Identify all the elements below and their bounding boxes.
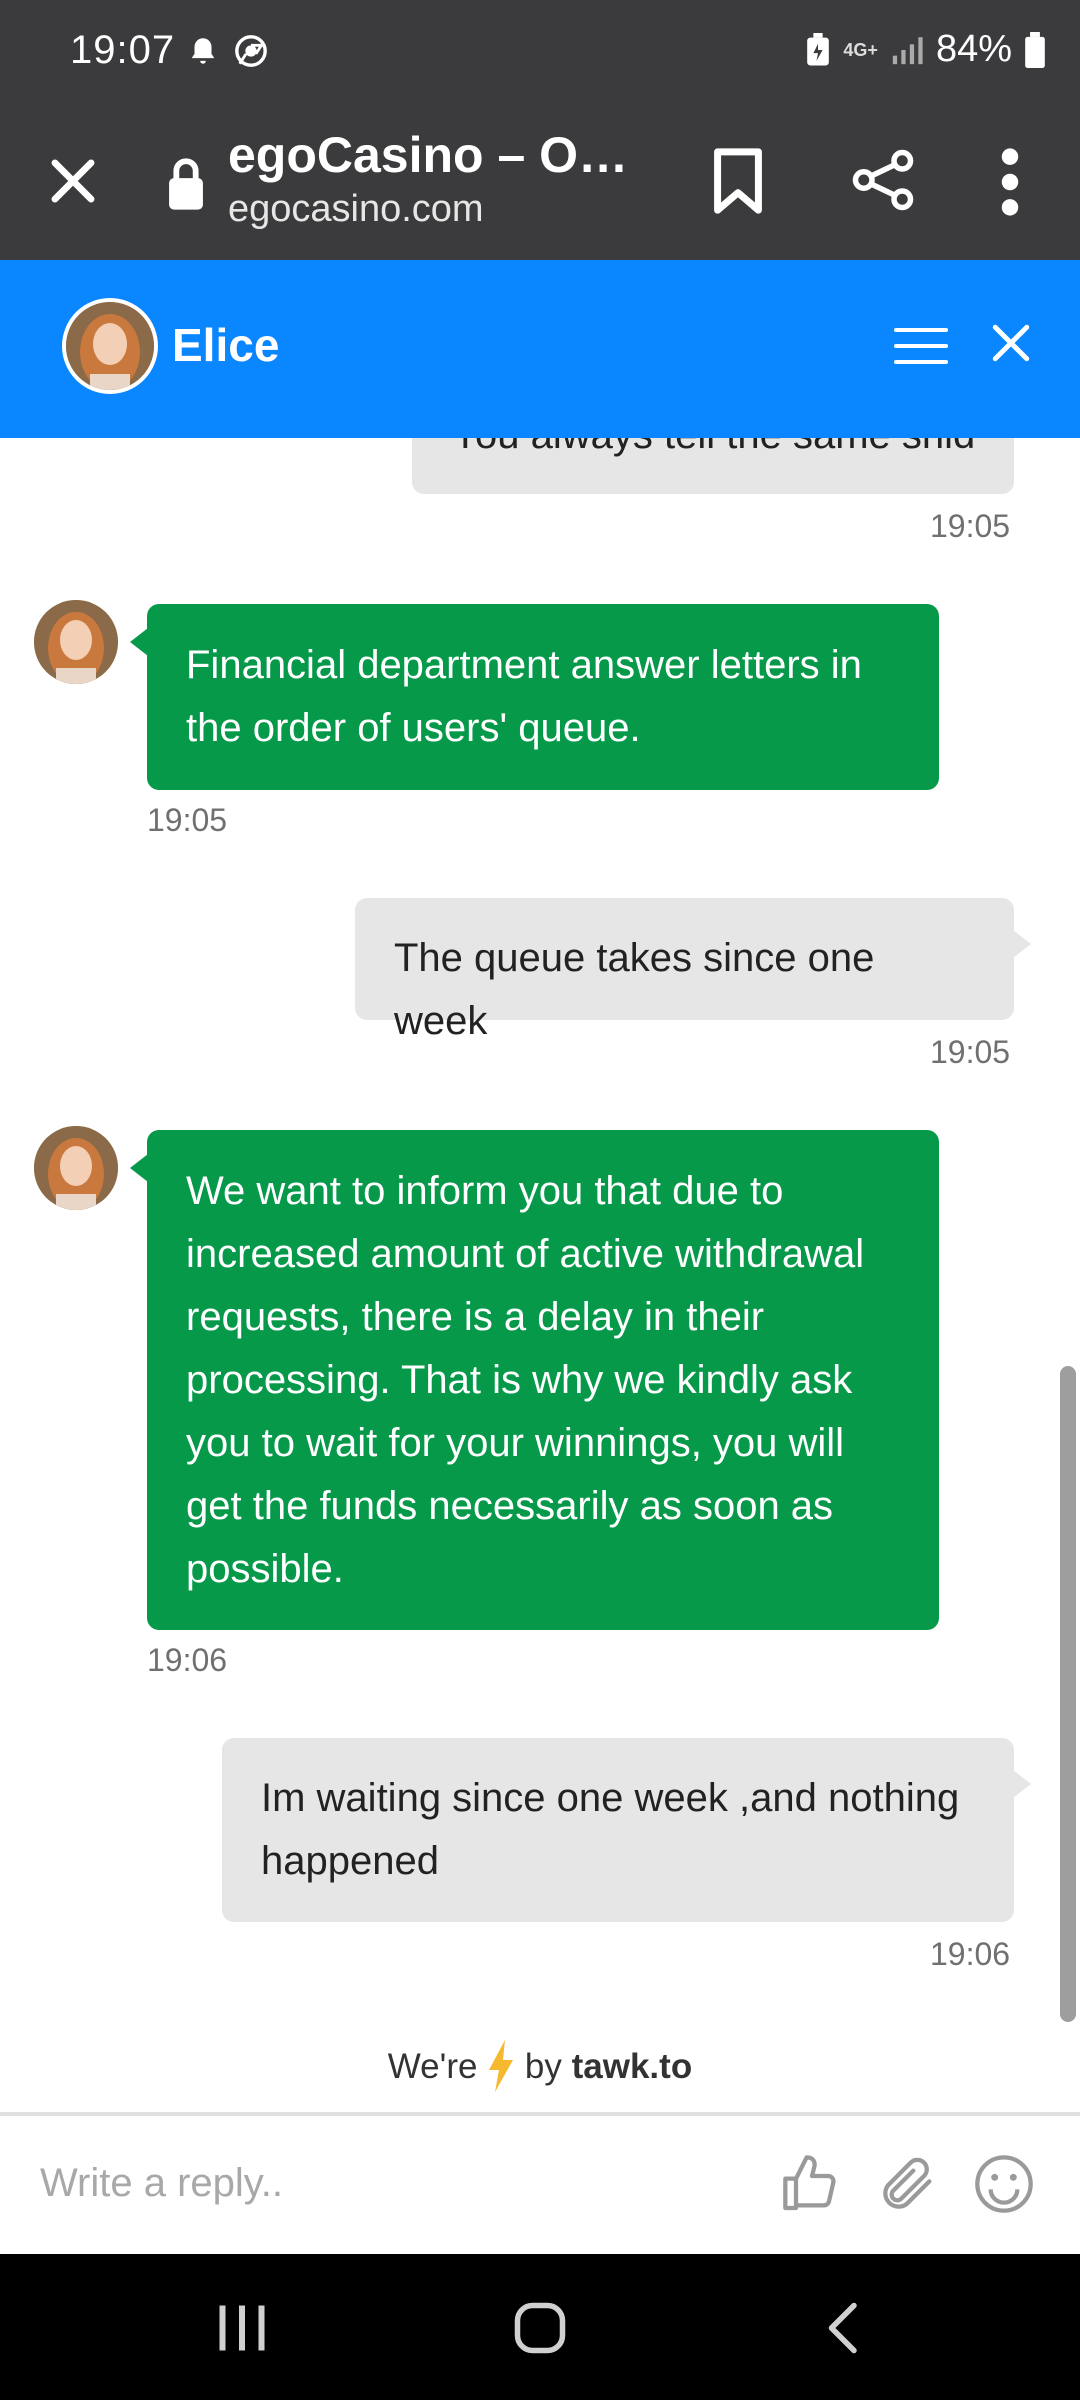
visitor-message: You always tell the same shid [412, 438, 1014, 494]
paperclip-icon[interactable] [876, 2152, 940, 2216]
message-time: 19:05 [147, 802, 228, 838]
network-type: 4G+ [843, 39, 878, 60]
recent-apps-icon[interactable] [212, 2298, 272, 2358]
message-line: Financial department answer letters in [186, 643, 862, 687]
home-icon[interactable] [510, 2298, 570, 2358]
agent-name: Elice [172, 319, 280, 371]
message-time: 19:06 [930, 1936, 1011, 1972]
menu-icon[interactable] [894, 326, 948, 366]
powered-by[interactable]: We're by tawk.to [0, 2040, 1080, 2092]
browser-toolbar: egoCasino – On… egocasino.com [0, 108, 1080, 260]
message-line: increased amount of active withdrawal [186, 1232, 865, 1276]
lock-icon[interactable] [166, 154, 206, 212]
bubble-tail [1013, 930, 1031, 958]
message-line: you to wait for your winnings, you will [186, 1421, 845, 1465]
visitor-message: The queue takes since one week [355, 898, 1014, 1043]
message-list[interactable]: You always tell the same shid 19:05 Fina… [0, 438, 1080, 2112]
bubble-tail [1013, 1770, 1031, 1798]
battery-percent: 84% [935, 28, 1012, 70]
message-line: processing. That is why we kindly ask [186, 1358, 853, 1402]
message-line: Im waiting since one week ,and nothing [261, 1776, 960, 1820]
status-time: 19:07 [70, 28, 176, 72]
bubble-tail [130, 628, 148, 656]
chat-header: Elice [0, 260, 1080, 438]
bubble-tail [130, 1154, 148, 1182]
agent-avatar [34, 1126, 118, 1210]
system-icons: 4G+ 84% [805, 28, 1046, 71]
message-line: possible. [186, 1547, 344, 1591]
chrome-icon [235, 35, 267, 67]
visitor-message: Im waiting since one week ,and nothing h… [222, 1738, 1014, 1922]
close-chat-icon[interactable] [990, 322, 1032, 364]
message-line: requests, there is a delay in their [186, 1295, 765, 1339]
message-line: the order of users' queue. [186, 706, 641, 750]
navigation-bar [0, 2254, 1080, 2400]
message-time: 19:06 [147, 1642, 228, 1678]
composer [0, 2116, 1080, 2254]
message-line: The queue takes since one week [394, 936, 875, 1043]
page-url[interactable]: egocasino.com [228, 188, 484, 231]
message-line: You always tell the same shid [452, 438, 976, 467]
share-icon[interactable] [850, 144, 916, 216]
emoji-icon[interactable] [972, 2152, 1036, 2216]
page-title[interactable]: egoCasino – On… [228, 126, 658, 184]
message-time: 19:05 [930, 508, 1011, 544]
message-line: happened [261, 1839, 439, 1883]
back-icon[interactable] [814, 2298, 874, 2358]
bookmark-icon[interactable] [708, 146, 768, 216]
alarm-icon [191, 38, 215, 64]
agent-avatar [34, 600, 118, 684]
notification-icons [186, 34, 268, 68]
battery-saver-icon [807, 32, 830, 65]
thumbs-up-icon[interactable] [780, 2152, 844, 2216]
agent-message: Financial department answer letters in t… [147, 604, 939, 790]
powered-brand[interactable]: tawk.to [572, 2047, 693, 2086]
status-bar: 19:07 4G+ 84% [0, 0, 1080, 108]
battery-icon [1025, 31, 1045, 68]
close-icon[interactable] [42, 150, 104, 212]
agent-message: We want to inform you that due to increa… [147, 1130, 939, 1630]
signal-icon [892, 36, 923, 64]
scrollbar[interactable] [1060, 1366, 1076, 2022]
more-icon[interactable] [994, 144, 1026, 220]
message-line: We want to inform you that due to [186, 1169, 784, 1213]
lightning-icon [489, 2040, 514, 2092]
reply-input[interactable] [40, 2148, 760, 2218]
avatar [62, 298, 158, 394]
powered-middle: by [524, 2047, 562, 2086]
message-line: get the funds necessarily as soon as [186, 1484, 834, 1528]
message-time: 19:05 [930, 1034, 1011, 1070]
powered-prefix: We're [387, 2047, 478, 2086]
